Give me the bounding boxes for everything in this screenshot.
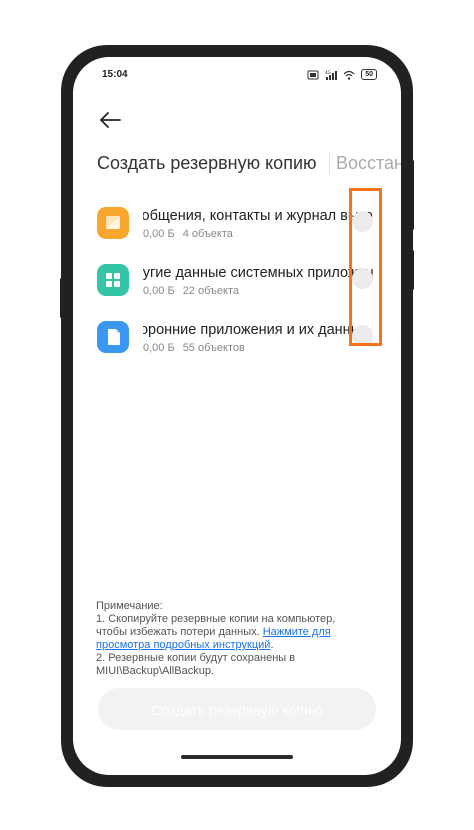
item-count: 4 объекта — [182, 228, 233, 240]
home-indicator[interactable] — [181, 755, 293, 759]
power-button — [411, 250, 414, 290]
tab-bar: Создать резервную копию Восстановить — [97, 153, 401, 177]
item-title: Сторонние приложения и их данные — [143, 322, 370, 338]
message-icon — [97, 207, 129, 239]
item-title: Сообщения, контакты и журнал вызовов — [143, 208, 373, 224]
phone-screen: 15:04 4G 50 Создать резервную копию Восс… — [73, 57, 401, 775]
item-count: 55 объектов — [182, 342, 245, 354]
create-backup-button[interactable]: Создать резервную копию — [98, 688, 376, 730]
item-size: 0,00 Б — [143, 228, 175, 240]
item-size: 0,00 Б — [143, 342, 175, 354]
side-button — [60, 278, 63, 318]
item-count: 22 объекта — [182, 285, 239, 297]
tab-restore[interactable]: Восстановить — [328, 153, 401, 174]
item-title: Другие данные системных приложений — [143, 265, 373, 281]
status-bar: 15:04 4G 50 — [73, 57, 401, 93]
tab-backup[interactable]: Создать резервную копию — [97, 153, 317, 174]
phone-frame: 15:04 4G 50 Создать резервную копию Восс… — [61, 45, 413, 787]
item-size: 0,00 Б — [143, 285, 175, 297]
status-icons: 4G 50 — [307, 69, 377, 80]
back-button[interactable] — [96, 109, 124, 131]
wifi-icon — [343, 70, 355, 80]
apps-grid-icon — [97, 264, 129, 296]
document-icon — [97, 321, 129, 353]
battery-indicator: 50 — [361, 69, 377, 80]
item-meta: 0,00 Б 55 объектов — [143, 342, 373, 354]
note-block: Примечание: 1. Скопируйте резервные копи… — [96, 600, 368, 678]
svg-text:4G: 4G — [325, 70, 331, 75]
highlight-frame — [349, 188, 382, 346]
volume-button — [411, 160, 414, 230]
signal-icon: 4G — [325, 70, 338, 80]
sim-icon — [307, 70, 319, 79]
note-title: Примечание: — [96, 600, 163, 612]
status-time: 15:04 — [102, 69, 128, 80]
arrow-left-icon — [100, 112, 121, 128]
note-line-2: 2. Резервные копии будут сохранены в MIU… — [96, 652, 296, 677]
item-meta: 0,00 Б 4 объекта — [143, 228, 373, 240]
item-meta: 0,00 Б 22 объекта — [143, 285, 373, 297]
